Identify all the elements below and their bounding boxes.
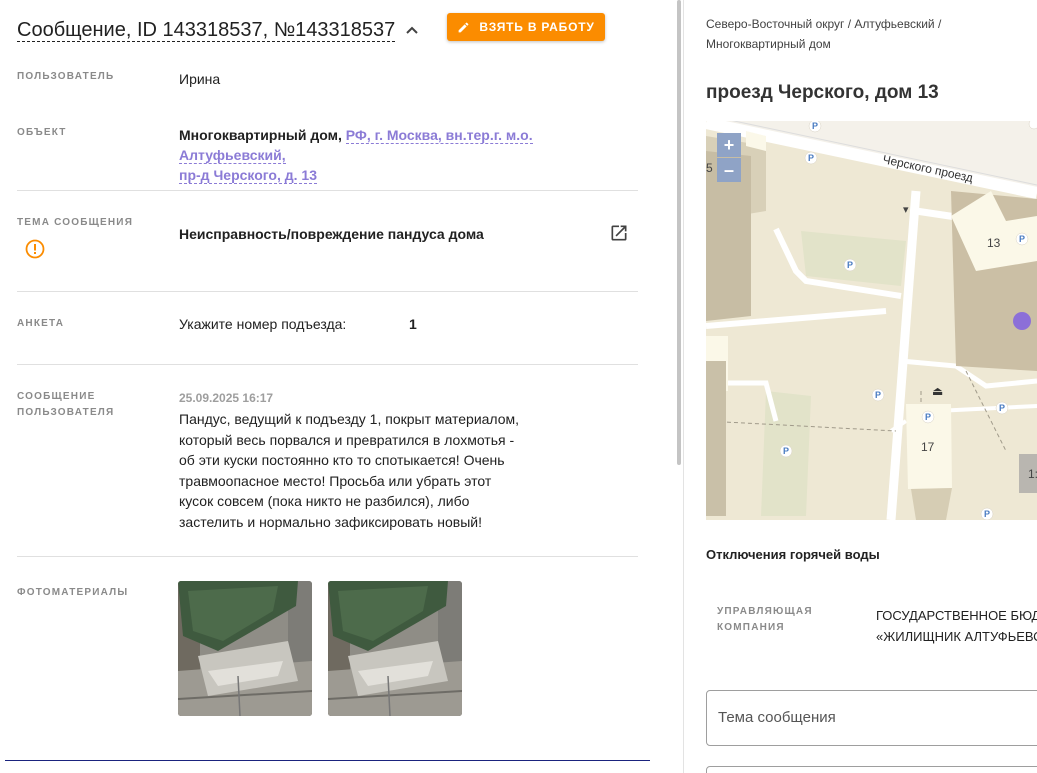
take-to-work-label: ВЗЯТЬ В РАБОТУ [479, 20, 595, 34]
shop-icon: ▾ [903, 204, 909, 216]
management-company-label: УПРАВЛЯЮЩАЯ КОМПАНИЯ [717, 604, 813, 636]
section-bottom-border [5, 760, 650, 761]
survey-answer: 1 [409, 316, 417, 332]
pencil-icon [459, 22, 469, 32]
message-line: об эти куски постоянно кто то спотыкаетс… [179, 452, 505, 468]
message-title[interactable]: Сообщение, ID 143318537, №143318537 [17, 19, 396, 42]
object-panel: Северо-Восточный округ / Алтуфьевский / … [684, 0, 1037, 773]
user-label: ПОЛЬЗОВАТЕЛЬ [17, 71, 115, 82]
topic-input[interactable]: Тема сообщения [706, 690, 1037, 746]
message-line: застелить и нормально зафиксировать новы… [179, 513, 482, 530]
take-to-work-button[interactable]: ВЗЯТЬ В РАБОТУ [447, 13, 605, 41]
parking-label: P [808, 153, 814, 163]
building-number-edge: 5 [706, 161, 713, 175]
object-value: Многоквартирный дом, РФ, г. Москва, вн.т… [179, 125, 629, 185]
message-line: Пандус, ведущий к подъезду 1, покрыт мат… [179, 411, 520, 427]
open-in-new-icon[interactable] [609, 223, 629, 248]
management-company-value: ГОСУДАРСТВЕННОЕ БЮДЖЕТНОЕ «ЖИЛИЩНИК АЛТУ… [876, 605, 1037, 647]
photo-thumbnail-1[interactable] [178, 581, 312, 716]
object-address-title: проезд Черского, дом 13 [706, 82, 939, 103]
parking-label: P [1019, 234, 1025, 244]
zoom-out-button[interactable]: – [717, 158, 741, 182]
object-label: ОБЪЕКТ [17, 127, 67, 138]
divider [17, 190, 638, 191]
management-company-label-line: УПРАВЛЯЮЩАЯ [717, 606, 813, 617]
breadcrumb-line[interactable]: Многоквартирный дом [706, 34, 1006, 54]
topic-value: Неисправность/повреждение пандуса дома [179, 226, 484, 242]
parking-label: P [999, 403, 1005, 413]
parking-label: P [875, 390, 881, 400]
location-marker-icon[interactable] [1013, 312, 1031, 330]
object-type: Многоквартирный дом, [179, 127, 342, 143]
topic-input-placeholder: Тема сообщения [718, 709, 836, 726]
parking-label: P [925, 412, 931, 422]
management-company-value-line: «ЖИЛИЩНИК АЛТУФЬЕВСКИЙ» [876, 629, 1037, 644]
secondary-input[interactable] [706, 766, 1037, 773]
hot-water-outage-link[interactable]: Отключения горячей воды [706, 547, 880, 562]
parking-label: P [847, 260, 853, 270]
message-line: который весь порвался и превратился в ло… [179, 431, 515, 448]
breadcrumb: Северо-Восточный округ / Алтуфьевский / … [706, 14, 1006, 54]
management-company-value-line: ГОСУДАРСТВЕННОЕ БЮДЖЕТНОЕ [876, 608, 1037, 623]
parking-label: P [812, 121, 818, 131]
building-number-17: 17 [921, 440, 935, 454]
school-icon: ⏏ [932, 384, 943, 398]
map-canvas[interactable]: P P P P P P P P P ▾ ⏏ Черского проезд 13… [706, 121, 1037, 520]
survey-label: АНКЕТА [17, 318, 65, 329]
management-company-label-line: КОМПАНИЯ [717, 622, 785, 633]
message-header: Сообщение, ID 143318537, №143318537 [17, 14, 421, 46]
user-value: Ирина [179, 71, 221, 87]
survey-question: Укажите номер подъезда: [179, 316, 347, 332]
photo-thumbnail-2[interactable] [328, 581, 462, 716]
divider [17, 556, 638, 557]
user-message-label: СООБЩЕНИЕ [17, 391, 96, 402]
warning-icon [25, 239, 45, 264]
chevron-up-icon[interactable] [403, 21, 421, 39]
breadcrumb-line[interactable]: Северо-Восточный округ / Алтуфьевский / [706, 14, 1006, 34]
divider [17, 364, 638, 365]
message-line: травмоопасное место! Просьба или убрать … [179, 472, 492, 489]
zoom-in-button[interactable]: + [717, 133, 741, 157]
message-text: Пандус, ведущий к подъезду 1, покрыт мат… [179, 409, 524, 532]
parking-label: P [783, 446, 789, 456]
topic-label: ТЕМА СООБЩЕНИЯ [17, 217, 134, 228]
building-number-edge-right: 1: [1028, 467, 1037, 481]
object-address-link-2[interactable]: пр-д Черского, д. 13 [179, 167, 317, 184]
message-panel: Сообщение, ID 143318537, №143318537 ВЗЯТ… [0, 0, 680, 773]
scrollbar[interactable] [677, 0, 681, 465]
divider [17, 291, 638, 292]
user-message-label-2: ПОЛЬЗОВАТЕЛЯ [17, 407, 115, 418]
message-date: 25.09.2025 16:17 [179, 391, 274, 405]
building-number-13: 13 [987, 236, 1001, 250]
parking-label: P [984, 509, 990, 519]
map[interactable]: P P P P P P P P P ▾ ⏏ Черского проезд 13… [706, 121, 1037, 520]
message-line: кусок совсем (пока никто не разбился), л… [179, 493, 470, 509]
photos-label: ФОТОМАТЕРИАЛЫ [17, 587, 129, 598]
